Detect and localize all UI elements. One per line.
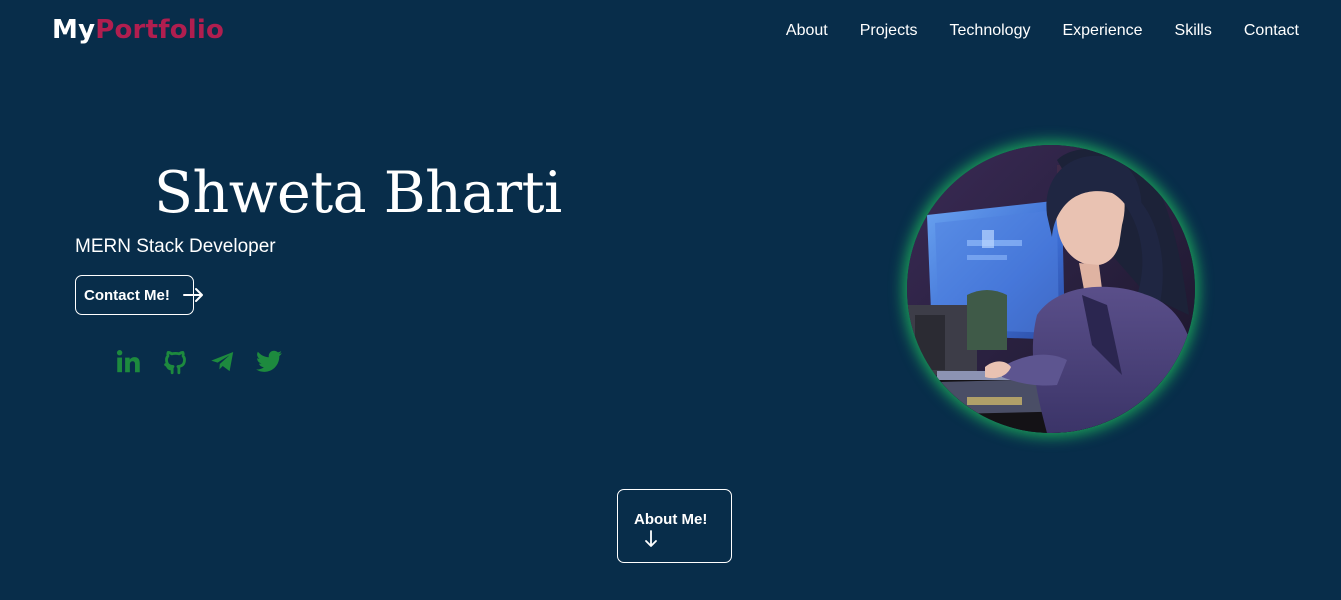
profile-illustration: [907, 145, 1195, 433]
nav-link-about[interactable]: About: [786, 22, 828, 40]
top-navigation: About Projects Technology Experience Ski…: [786, 22, 1299, 40]
nav-link-technology[interactable]: Technology: [950, 22, 1031, 40]
nav-link-experience[interactable]: Experience: [1062, 22, 1142, 40]
telegram-icon[interactable]: [209, 348, 236, 375]
linkedin-icon[interactable]: [115, 348, 142, 375]
site-logo[interactable]: MyPortfolio: [52, 15, 224, 45]
contact-me-label: Contact Me!: [84, 286, 170, 304]
arrow-right-icon: [183, 288, 203, 302]
nav-link-contact[interactable]: Contact: [1244, 22, 1299, 40]
about-me-button[interactable]: About Me!: [617, 489, 732, 563]
social-links: [115, 348, 283, 375]
github-icon[interactable]: [162, 348, 189, 375]
nav-link-skills[interactable]: Skills: [1175, 22, 1212, 40]
contact-me-button[interactable]: Contact Me!: [75, 275, 203, 315]
about-me-label: About Me!: [634, 511, 708, 528]
arrow-down-icon: [645, 530, 657, 547]
hero-name: Shweta Bharti: [154, 160, 562, 226]
logo-text-my: My: [52, 15, 96, 45]
nav-link-projects[interactable]: Projects: [860, 22, 918, 40]
profile-avatar: [907, 145, 1195, 433]
hero-role: MERN Stack Developer: [75, 236, 276, 257]
logo-text-portfolio: Portfolio: [95, 15, 225, 45]
twitter-icon[interactable]: [256, 348, 283, 375]
